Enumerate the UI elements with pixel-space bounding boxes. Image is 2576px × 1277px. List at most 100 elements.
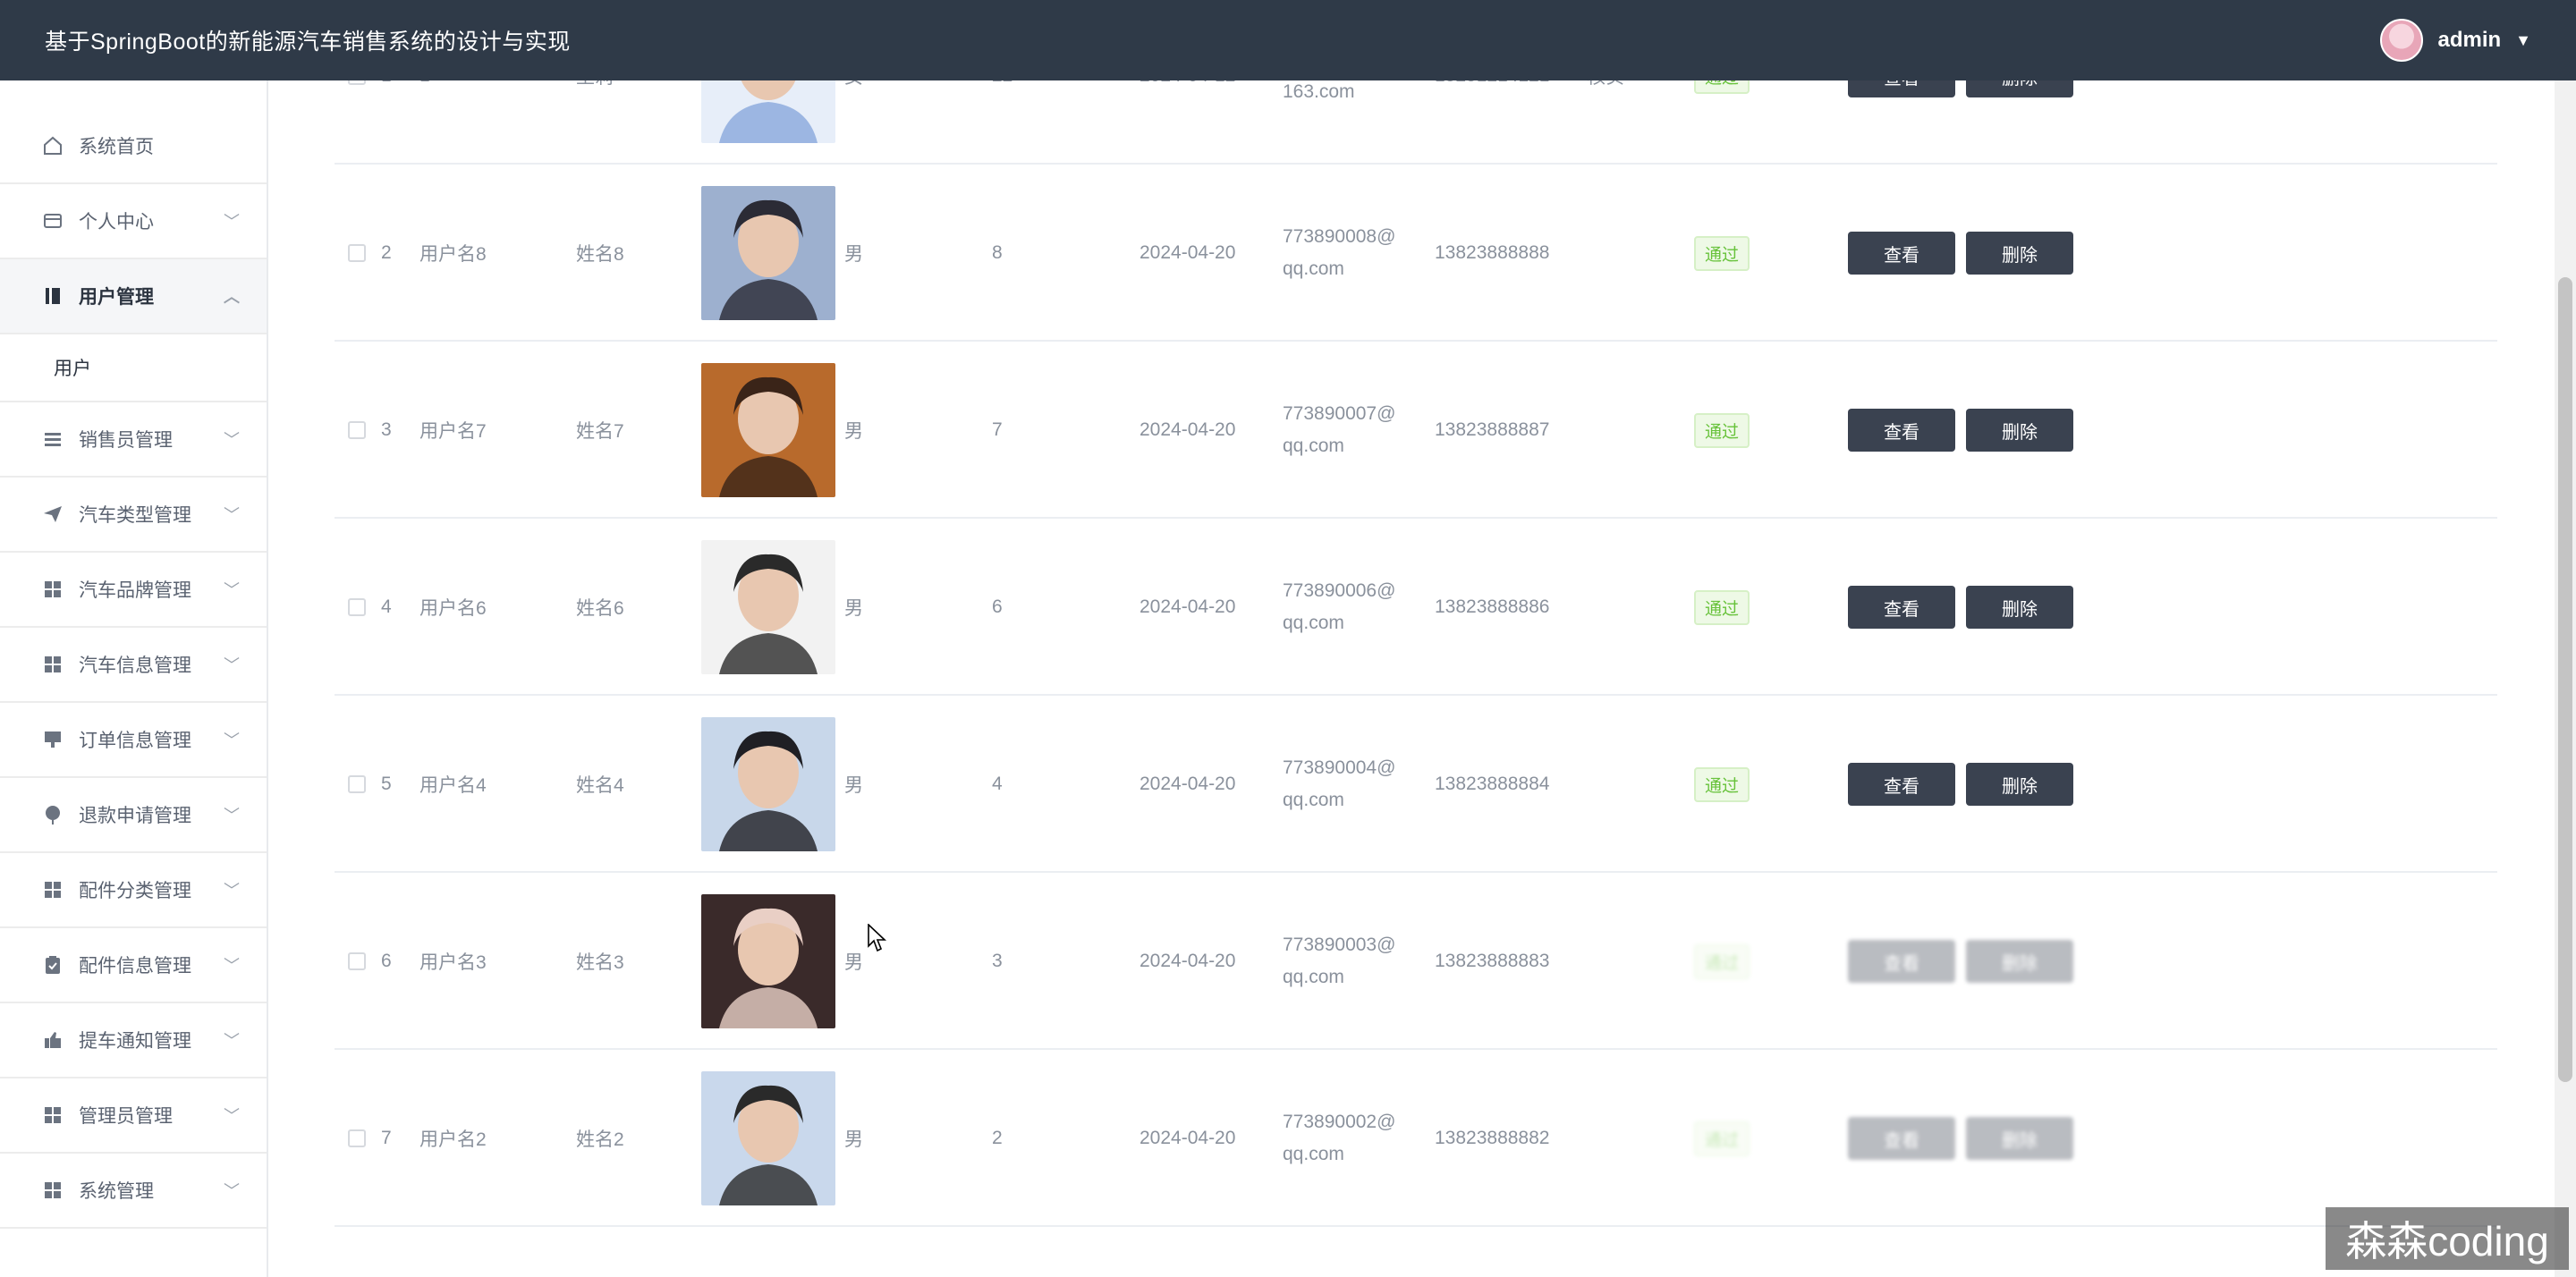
grid-icon	[41, 878, 64, 901]
status-badge: 通过	[1694, 235, 1750, 271]
chevron-down-icon: ﹀	[224, 957, 240, 975]
home-icon	[41, 134, 64, 157]
delete-button[interactable]: 删除	[1966, 586, 2073, 629]
sidebar-item-label: 订单信息管理	[79, 731, 191, 751]
status-cell: 通过	[1694, 342, 1750, 519]
gender-cell: 男	[844, 421, 863, 442]
email-cell: 773890007@ qq.com	[1283, 342, 1395, 519]
sidebar-item-7[interactable]: 订单信息管理 ﹀	[0, 703, 267, 778]
row-checkbox[interactable]	[348, 775, 366, 793]
view-button[interactable]: 查看	[1848, 1117, 1955, 1160]
sidebar-item-1[interactable]: 个人中心 ﹀	[0, 184, 267, 259]
name-cell: 姓名2	[576, 1129, 624, 1150]
user-avatar[interactable]	[2380, 19, 2424, 62]
table-row: 3 用户名7 姓名7 男 7 2024-04-20 773890007@ qq.com 1382…	[335, 342, 2497, 519]
user-photo[interactable]	[701, 540, 835, 674]
chevron-down-icon: ﹀	[224, 431, 240, 449]
user-photo[interactable]	[701, 717, 835, 851]
user-photo[interactable]	[701, 186, 835, 320]
balloon-icon	[41, 803, 64, 826]
sidebar-item-8[interactable]: 退款申请管理 ﹀	[0, 778, 267, 853]
actions-cell: 查看删除	[1848, 696, 2073, 873]
app-root: 基于SpringBoot的新能源汽车销售系统的设计与实现 admin ▼ 系统首…	[0, 0, 2576, 1277]
delete-button[interactable]: 删除	[1966, 940, 2073, 983]
row-index: 2	[381, 242, 392, 263]
view-button[interactable]: 查看	[1848, 586, 1955, 629]
sidebar-item-12[interactable]: 管理员管理 ﹀	[0, 1078, 267, 1154]
status-cell: 通过	[1694, 696, 1750, 873]
photo-cell	[701, 696, 835, 873]
sidebar-item-label: 销售员管理	[79, 430, 173, 451]
date-cell: 2024-04-20	[1140, 596, 1236, 617]
row-checkbox[interactable]	[348, 1129, 366, 1147]
age-cell: 2	[992, 1128, 1003, 1148]
actions-cell: 查看删除	[1848, 342, 2073, 519]
email-cell: 773890003@ qq.com	[1283, 873, 1395, 1050]
email-line-1: 773890004@	[1283, 757, 1396, 778]
status-cell: 通过	[1694, 165, 1750, 342]
sidebar-item-label: 配件分类管理	[79, 881, 191, 901]
email-line-1: 773890003@	[1283, 934, 1396, 955]
username-cell: 用户名4	[419, 775, 487, 796]
sidebar-item-label: 退款申请管理	[79, 806, 191, 826]
gender-cell: 男	[844, 598, 863, 619]
phone-cell: 13823888887	[1435, 419, 1550, 440]
sidebar-item-label: 管理员管理	[79, 1106, 173, 1127]
actions-cell: 查看删除	[1848, 165, 2073, 342]
sidebar-item-0[interactable]: 系统首页	[0, 109, 267, 184]
view-button[interactable]: 查看	[1848, 763, 1955, 806]
chevron-down-icon: ﹀	[224, 656, 240, 674]
view-button[interactable]: 查看	[1848, 409, 1955, 452]
sidebar-subitem-user[interactable]: 用户	[0, 334, 267, 402]
book-icon	[41, 284, 64, 308]
sidebar-item-label: 汽车信息管理	[79, 655, 191, 676]
status-cell: 通过	[1694, 1050, 1750, 1227]
sidebar-item-13[interactable]: 系统管理 ﹀	[0, 1154, 267, 1229]
view-button[interactable]: 查看	[1848, 940, 1955, 983]
row-checkbox[interactable]	[348, 598, 366, 616]
email-cell: 773890008@ qq.com	[1283, 165, 1395, 342]
delete-button[interactable]: 删除	[1966, 1117, 2073, 1160]
user-photo[interactable]	[701, 894, 835, 1028]
sidebar-item-3[interactable]: 销售员管理 ﹀	[0, 402, 267, 478]
row-index: 7	[381, 1128, 392, 1148]
row-checkbox[interactable]	[348, 244, 366, 262]
status-badge: 通过	[1694, 943, 1750, 979]
delete-button[interactable]: 删除	[1966, 232, 2073, 275]
view-button[interactable]: 查看	[1848, 232, 1955, 275]
sidebar-item-5[interactable]: 汽车品牌管理 ﹀	[0, 553, 267, 628]
sidebar-item-label: 系统管理	[79, 1181, 154, 1202]
phone-cell: 13823888886	[1435, 596, 1550, 617]
sidebar-item-6[interactable]: 汽车信息管理 ﹀	[0, 628, 267, 703]
username-cell: 用户名6	[419, 598, 487, 619]
sidebar-item-4[interactable]: 汽车类型管理 ﹀	[0, 478, 267, 553]
age-cell: 6	[992, 596, 1003, 617]
grid-icon	[41, 653, 64, 676]
sidebar-item-11[interactable]: 提车通知管理 ﹀	[0, 1003, 267, 1078]
sidebar-item-9[interactable]: 配件分类管理 ﹀	[0, 853, 267, 928]
email-cell: 773890002@ qq.com	[1283, 1050, 1395, 1227]
username-cell: 用户名2	[419, 1129, 487, 1150]
age-cell: 7	[992, 419, 1003, 440]
sidebar-item-2[interactable]: 用户管理 ︿	[0, 259, 267, 334]
gender-cell: 男	[844, 244, 863, 265]
chevron-down-icon: ﹀	[224, 506, 240, 524]
caret-down-icon[interactable]: ▼	[2515, 31, 2531, 50]
user-menu[interactable]: admin ▼	[2380, 19, 2531, 62]
sidebar-item-label: 汽车品牌管理	[79, 580, 191, 601]
user-photo[interactable]	[701, 363, 835, 497]
row-checkbox[interactable]	[348, 952, 366, 970]
name-cell: 姓名6	[576, 598, 624, 619]
row-checkbox[interactable]	[348, 421, 366, 439]
user-photo[interactable]	[701, 1071, 835, 1205]
row-index: 6	[381, 951, 392, 971]
card-icon	[41, 209, 64, 233]
scrollbar-thumb[interactable]	[2558, 277, 2572, 1082]
user-name[interactable]: admin	[2437, 28, 2501, 53]
email-line-2: qq.com	[1283, 967, 1344, 987]
email-line-2: qq.com	[1283, 790, 1344, 810]
delete-button[interactable]: 删除	[1966, 763, 2073, 806]
delete-button[interactable]: 删除	[1966, 409, 2073, 452]
email-line-1: 773890006@	[1283, 580, 1396, 601]
sidebar-item-10[interactable]: 配件信息管理 ﹀	[0, 928, 267, 1003]
